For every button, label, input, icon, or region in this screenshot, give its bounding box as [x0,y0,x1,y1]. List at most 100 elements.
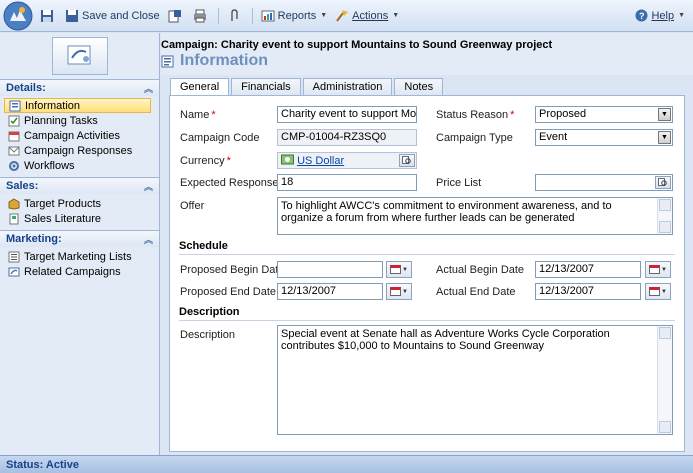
help-menu[interactable]: ? Help ▼ [635,9,685,22]
attach-icon[interactable] [223,5,248,27]
name-label: Name * [180,109,216,121]
campaign-entity-icon [51,37,108,75]
campaign-type-select[interactable]: Event ▼ [535,129,673,146]
nav-group-sales: Sales: ︽ Target Products Sales Literatur… [0,177,159,230]
proposed-begin-date-field[interactable] [277,261,383,278]
chevron-down-icon: ▼ [320,12,328,19]
responses-icon [8,146,20,155]
scrollbar[interactable] [657,198,672,234]
chevron-down-icon: ▼ [392,12,400,19]
offer-textarea[interactable]: To highlight AWCC's commitment to enviro… [277,197,673,235]
tab-general[interactable]: General [170,78,230,96]
collapse-icon[interactable]: ︽ [144,82,153,95]
toolbar-divider [251,7,253,24]
nav-item-label: Workflows [24,159,75,172]
currency-lookup[interactable]: US Dollar [277,152,417,169]
reports-menu[interactable]: Reports ▼ [257,5,331,27]
nav-item-target-products[interactable]: Target Products [0,196,159,211]
name-field[interactable]: Charity event to support Mountains to So… [277,106,417,123]
nav-header-marketing[interactable]: Marketing: ︽ [0,231,159,247]
list-icon [8,251,20,262]
description-heading: Description [179,306,240,318]
tab-administration[interactable]: Administration [302,78,393,95]
calendar-icon[interactable]: ▼ [645,261,671,278]
description-textarea[interactable]: Special event at Senate hall as Adventur… [277,325,673,435]
currency-icon [281,154,294,165]
nav-item-campaign-responses[interactable]: Campaign Responses [0,143,159,158]
campaign-code-label: Campaign Code [180,132,260,144]
proposed-end-date-field[interactable]: 12/13/2007 [277,283,383,300]
page-title: Campaign: Charity event to support Mount… [161,39,553,51]
nav-item-related-campaigns[interactable]: Related Campaigns [0,264,159,279]
section-divider [179,320,675,321]
status-reason-select[interactable]: Proposed ▼ [535,106,673,123]
campaign-type-value: Event [539,131,568,143]
nav-item-campaign-activities[interactable]: Campaign Activities [0,128,159,143]
price-list-lookup[interactable] [535,174,673,191]
nav-item-planning-tasks[interactable]: Planning Tasks [0,113,159,128]
entity-image [0,33,159,79]
calendar-icon[interactable]: ▼ [386,261,412,278]
actions-menu[interactable]: Actions ▼ [331,5,403,27]
save-and-close-button[interactable]: Save and Close [61,5,164,27]
svg-text:?: ? [639,11,645,21]
nav-header-label: Marketing: [6,233,62,245]
crm-logo-icon[interactable] [0,0,36,32]
scrollbar[interactable] [657,326,672,434]
left-nav: Details: ︽ Information Planning Tasks Ca… [0,33,160,455]
page-subtitle: Information [161,52,268,70]
lookup-icon[interactable] [655,176,671,189]
form-icon [161,55,174,67]
tab-financials[interactable]: Financials [231,78,301,95]
actual-end-label: Actual End Date [436,286,516,298]
nav-item-label: Information [25,99,81,112]
nav-header-details[interactable]: Details: ︽ [0,80,159,96]
status-bar: Status: Active [0,455,693,473]
tasks-icon [8,115,20,126]
collapse-icon[interactable]: ︽ [144,180,153,193]
nav-item-sales-literature[interactable]: Sales Literature [0,211,159,226]
nav-item-workflows[interactable]: Workflows [0,158,159,173]
description-value: Special event at Senate hall as Adventur… [281,328,610,352]
subtitle-label: Information [180,52,268,69]
nav-item-target-marketing-lists[interactable]: Target Marketing Lists [0,249,159,264]
nav-item-label: Planning Tasks [24,114,98,127]
reports-label: Reports [277,9,317,22]
schedule-heading: Schedule [179,240,228,252]
actual-end-date-field[interactable]: 12/13/2007 [535,283,641,300]
status-reason-value: Proposed [539,108,587,120]
offer-value: To highlight AWCC's commitment to enviro… [281,200,612,224]
required-marker: * [510,109,515,121]
nav-item-label: Target Products [24,197,102,210]
currency-link[interactable]: US Dollar [297,155,344,167]
dropdown-arrow-icon[interactable]: ▼ [658,131,671,144]
calendar-icon[interactable]: ▼ [645,283,671,300]
offer-label: Offer [180,200,205,212]
price-list-label: Price List [436,177,482,189]
save-icon[interactable] [36,5,61,27]
print-icon[interactable] [189,5,214,27]
nav-header-label: Details: [6,82,46,94]
calendar-icon[interactable]: ▼ [386,283,412,300]
form-icon [9,100,21,111]
campaign-type-label: Campaign Type [436,132,513,144]
help-label: Help [651,9,675,22]
activities-icon [8,131,20,141]
expected-response-field[interactable]: 18 [277,174,417,191]
nav-item-label: Related Campaigns [24,265,121,278]
proposed-end-label: Proposed End Date [180,286,277,298]
nav-item-label: Campaign Activities [24,129,120,142]
actual-begin-date-field[interactable]: 12/13/2007 [535,261,641,278]
required-marker: * [226,155,231,167]
save-as-icon[interactable] [164,5,189,27]
actions-icon [336,9,349,22]
dropdown-arrow-icon[interactable]: ▼ [658,108,671,121]
chevron-down-icon: ▼ [678,12,685,19]
collapse-icon[interactable]: ︽ [144,233,153,246]
tab-notes[interactable]: Notes [394,78,444,95]
nav-item-information[interactable]: Information [4,98,151,113]
nav-header-sales[interactable]: Sales: ︽ [0,178,159,194]
toolbar: Save and Close Reports ▼ Actions ▼ ? Hel… [0,0,693,32]
lookup-icon[interactable] [399,154,415,167]
actions-label: Actions [352,9,389,22]
